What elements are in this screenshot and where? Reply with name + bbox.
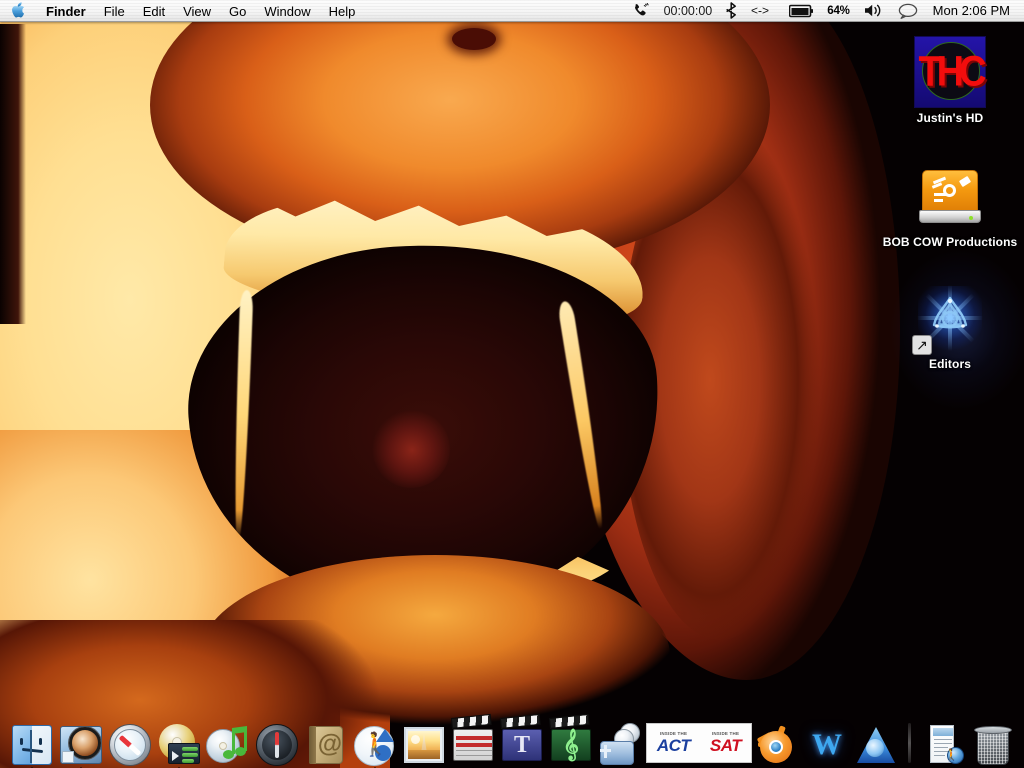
thc-letters: THC [918, 47, 986, 95]
apple-menu-icon[interactable] [6, 2, 37, 19]
desktop-icon-justins-hd[interactable]: THC Justin's HD [886, 36, 1014, 125]
desktop-icon-label-justins-hd: Justin's HD [916, 111, 984, 125]
desktop-icon-bob-cow-productions[interactable]: BOB COW Productions [883, 160, 1017, 249]
menu-item-window[interactable]: Window [255, 2, 319, 20]
chat-bubble-icon[interactable] [891, 1, 925, 21]
triquetra-folder-alias-icon: ↗ [912, 282, 986, 355]
minwin-word-sat: SAT [709, 735, 742, 755]
clapperboard-icon [450, 713, 495, 767]
firewire-drive-body [922, 170, 978, 212]
dock-item-final-cut-pro[interactable] [450, 713, 496, 768]
dock-item-wings3d[interactable]: W [804, 721, 850, 767]
desktop-icon-editors[interactable]: ↗ Editors [886, 282, 1014, 371]
clapperboard-t-icon: T [499, 713, 544, 767]
desktop-wallpaper [0, 0, 1024, 768]
trash-can-icon [970, 723, 1014, 767]
dock-item-address-book[interactable]: @ [303, 721, 349, 767]
dock-item-itunes[interactable] [205, 721, 251, 767]
dock-item-finder[interactable] [9, 721, 55, 768]
minwin-cell-sat: INSIDE THE SAT [709, 732, 742, 755]
address-book-at-icon: @ [304, 723, 348, 767]
safari-compass-icon [108, 723, 152, 767]
dock-item-blender[interactable] [755, 721, 801, 767]
alias-arrow-icon: ↗ [912, 335, 932, 355]
firewire-drive-icon [914, 160, 986, 232]
itunes-cd-note-icon [206, 723, 250, 767]
document-globe-icon: 🚶 [921, 723, 965, 767]
desktop-screen: Finder File Edit View Go Window Help 00:… [0, 0, 1024, 768]
dock-item-dvd-studio-pro[interactable] [597, 721, 643, 767]
blue-w-glyph-icon: W [812, 728, 842, 761]
menu-bar: Finder File Edit View Go Window Help 00:… [0, 0, 1024, 22]
dock-item-ichat[interactable]: 🚶 [352, 721, 398, 768]
idvd-disc-icon [157, 723, 201, 767]
menu-bar-clock[interactable]: Mon 2:06 PM [925, 3, 1016, 18]
ichat-runner-icon: 🚶 [353, 723, 397, 767]
blender-logo-icon [756, 723, 800, 767]
drive-led-icon [969, 216, 973, 220]
firewire-logo-icon [923, 171, 977, 211]
battery-percent-text: 64% [827, 4, 850, 17]
firewire-drive-base [919, 210, 981, 223]
blue-triangle-icon [854, 723, 898, 767]
dock-item-download-document[interactable]: 🚶 [920, 721, 966, 767]
modem-timer-text: 00:00:00 [663, 3, 713, 18]
menu-bar-status-items: 00:00:00 <-> 64% Mon 2:06 PM [626, 1, 1024, 21]
menu-item-file[interactable]: File [95, 2, 134, 20]
svg-text:<->: <-> [751, 4, 769, 17]
dock-separator[interactable] [908, 723, 911, 763]
photo-postcard-icon [402, 723, 446, 767]
dock-item-safari[interactable] [107, 721, 153, 767]
bluetooth-icon[interactable] [719, 1, 744, 21]
menu-item-view[interactable]: View [174, 2, 220, 20]
dvd-disc-stack-icon [598, 723, 642, 767]
dock-item-iphoto[interactable] [58, 721, 104, 768]
dock-item-trash[interactable] [969, 721, 1015, 767]
modem-phone-icon[interactable] [626, 1, 657, 21]
menu-bar-app-menus: Finder File Edit View Go Window Help [0, 2, 364, 20]
modem-timer: 00:00:00 [657, 1, 720, 21]
clapperboard-note-icon: 𝄞 [548, 713, 593, 767]
sherlock-compass-icon [255, 723, 299, 767]
menu-item-edit[interactable]: Edit [134, 2, 174, 20]
finder-face-icon [10, 723, 54, 767]
minwin-word-act: ACT [656, 735, 691, 755]
menu-item-help[interactable]: Help [320, 2, 365, 20]
network-arrows-icon[interactable]: <-> [744, 1, 782, 21]
battery-icon[interactable] [782, 1, 820, 21]
dock-item-3d-modeler[interactable] [853, 721, 899, 767]
menu-item-go[interactable]: Go [220, 2, 255, 20]
minimized-window-thumbnail: INSIDE THE ACT INSIDE THE SAT [646, 723, 752, 763]
minwin-cell-act: INSIDE THE ACT [656, 732, 691, 755]
triquetra-knot-icon [930, 295, 970, 339]
desktop-icon-label-editors: Editors [928, 357, 972, 371]
dock-item-soundtrack[interactable]: 𝄞 [548, 713, 594, 767]
hard-drive-custom-icon: THC [914, 36, 987, 108]
dock-item-photo-viewer[interactable] [401, 721, 447, 767]
desktop-icon-label-bob-cow: BOB COW Productions [882, 235, 1018, 249]
battery-percent: 64% [820, 1, 856, 21]
dock: @ 🚶 T 𝄞 INSIDE THE ACT INSIDE THE SAT W … [0, 708, 1024, 768]
dock-item-minimized-act-sat-window[interactable]: INSIDE THE ACT INSIDE THE SAT [646, 721, 752, 767]
volume-speaker-icon[interactable] [857, 1, 891, 21]
dock-item-idvd[interactable] [156, 721, 202, 768]
menu-item-finder[interactable]: Finder [37, 2, 95, 20]
iphoto-camera-icon [59, 723, 103, 767]
dock-item-sherlock[interactable] [254, 721, 300, 767]
dock-item-livetype[interactable]: T [499, 713, 545, 767]
